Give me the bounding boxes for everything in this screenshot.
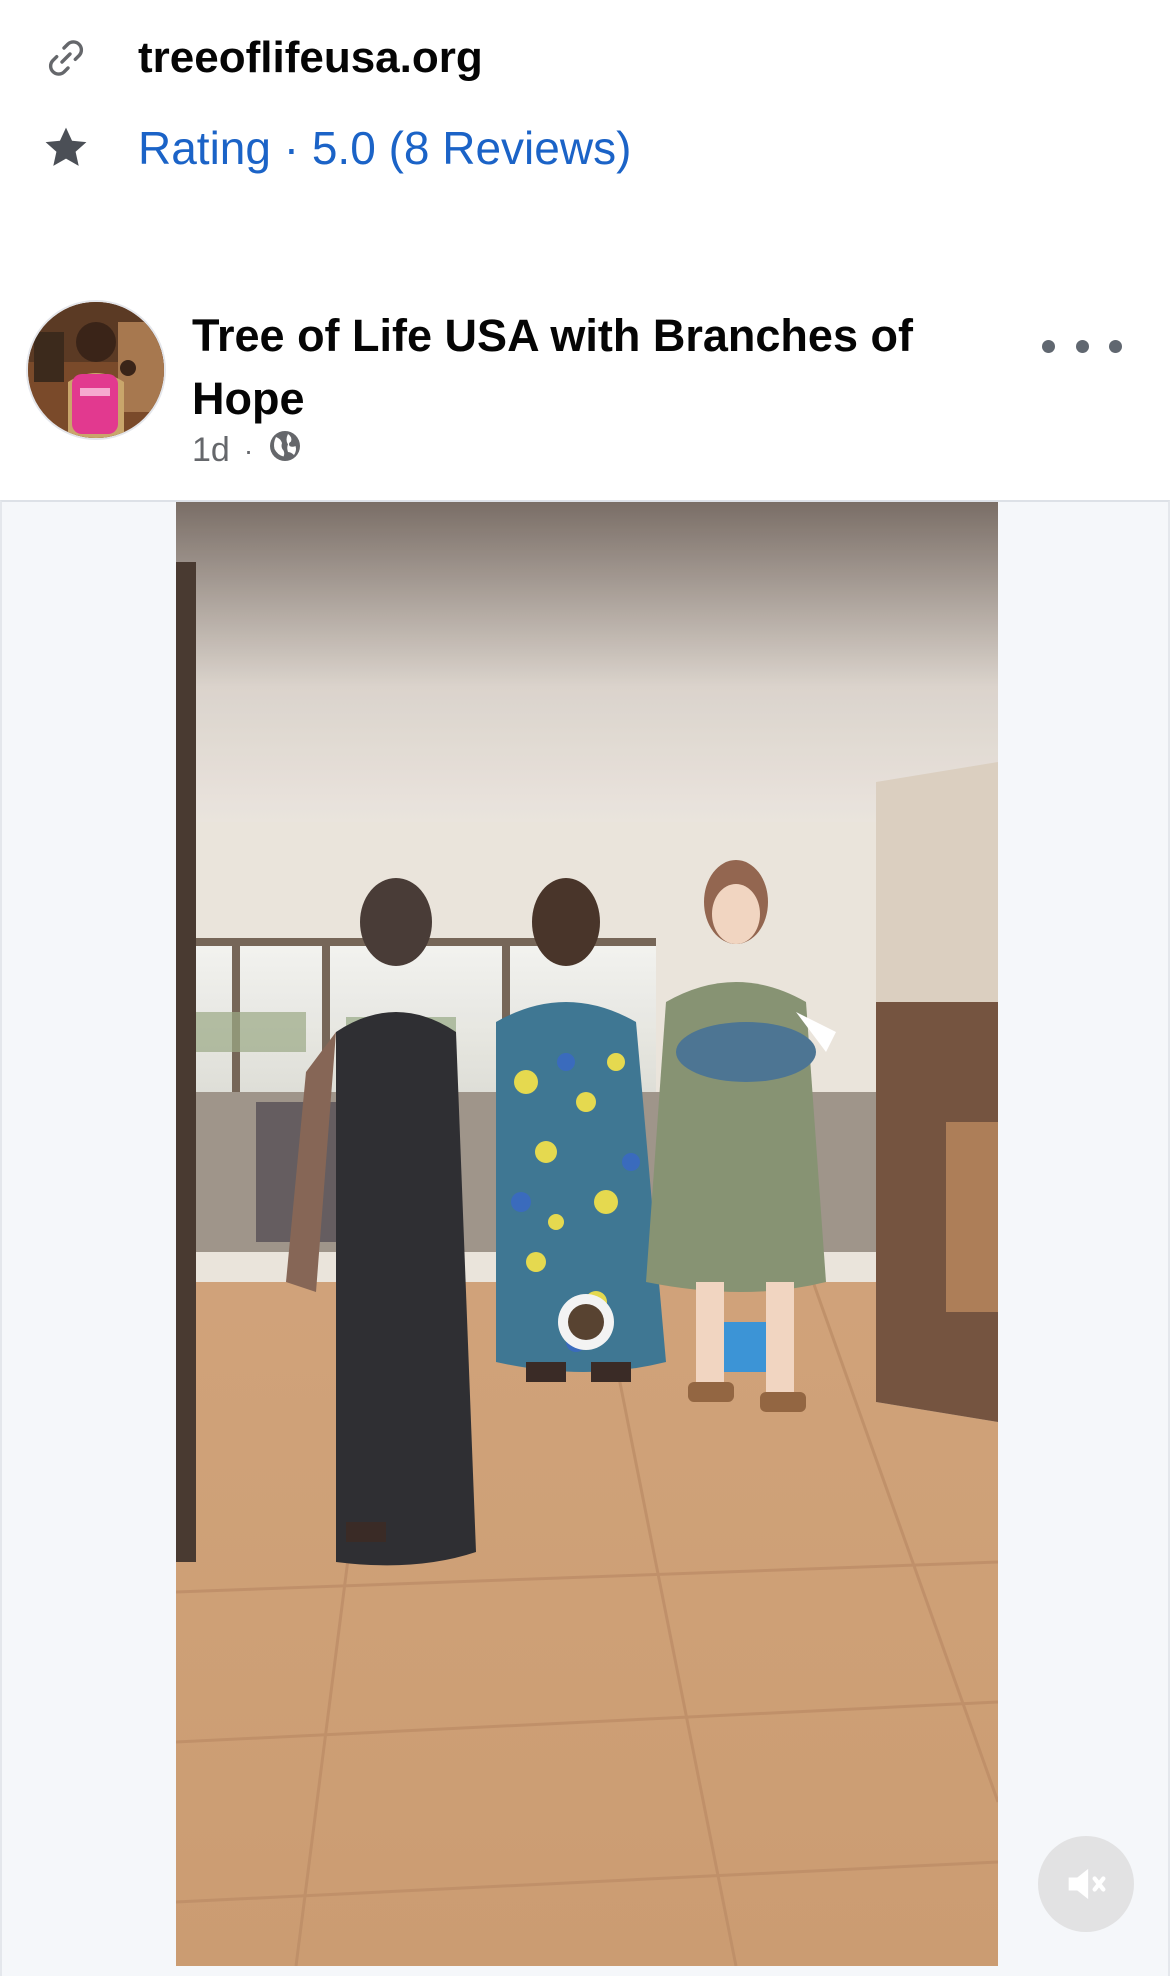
video-container[interactable] xyxy=(0,500,1170,1976)
meta-separator: · xyxy=(243,434,254,466)
page-name[interactable]: Tree of Life USA with Branches of Hope xyxy=(192,304,972,430)
post-meta: 1d · xyxy=(192,428,303,473)
rating-row[interactable]: Rating · 5.0 (8 Reviews) xyxy=(0,120,1170,176)
website-row[interactable]: treeoflifeusa.org xyxy=(0,30,1170,86)
page-avatar[interactable] xyxy=(26,300,166,440)
star-icon xyxy=(40,122,92,174)
more-options-icon[interactable] xyxy=(1042,324,1122,368)
website-link[interactable]: treeoflifeusa.org xyxy=(138,33,483,83)
video-player[interactable] xyxy=(176,502,998,1966)
post-time[interactable]: 1d xyxy=(192,431,230,470)
link-icon xyxy=(40,32,92,84)
globe-icon xyxy=(267,428,303,473)
rating-link[interactable]: Rating · 5.0 (8 Reviews) xyxy=(138,121,631,175)
muted-speaker-icon[interactable] xyxy=(1038,1836,1134,1932)
post-header: Tree of Life USA with Branches of Hope 1… xyxy=(0,296,1170,476)
